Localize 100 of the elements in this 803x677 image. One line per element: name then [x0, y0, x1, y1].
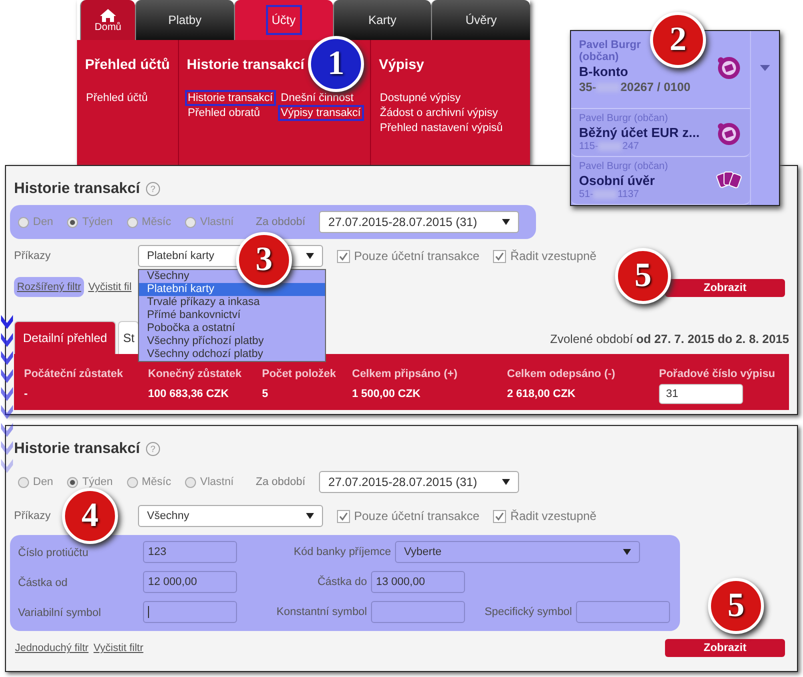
show-button[interactable]: Zobrazit — [665, 279, 785, 297]
field-label: Variabilní symbol — [18, 607, 101, 619]
input-field[interactable] — [143, 601, 237, 623]
section-title: Historie transakcí — [14, 440, 140, 457]
dropdown-icon — [623, 549, 631, 555]
field-label: Částka od — [18, 577, 68, 589]
account-number: 51- — [579, 189, 594, 200]
field-label: Částka do — [317, 576, 367, 588]
column-header: Konečný zůstatek — [148, 368, 243, 380]
bank-code-select[interactable]: Vyberte — [395, 541, 640, 563]
check-icon — [339, 252, 348, 260]
field-label: Konstantní symbol — [276, 606, 367, 618]
period-select[interactable]: 27.07.2015-28.07.2015 (31) — [319, 471, 520, 493]
account-item[interactable]: Pavel Burgr (občan) Běžný účet EUR z... 115- 247 — [571, 109, 750, 157]
account-owner: Pavel Burgr (občan) — [579, 113, 669, 124]
checkbox-option[interactable]: Řadit vzestupně — [493, 509, 596, 523]
summary-value: 2 618,00 CZK — [507, 388, 576, 400]
dropdown-option[interactable]: Trvalé příkazy a inkasa — [139, 296, 325, 309]
dropdown-option[interactable]: Všechny příchozí platby — [139, 335, 325, 348]
dropdown-option[interactable]: Pobočka a ostatní — [139, 322, 325, 335]
field-label: Specifický symbol — [484, 606, 572, 618]
summary-value: 100 683,36 CZK — [148, 388, 230, 400]
home-tab[interactable]: Domů — [80, 0, 135, 40]
dropdown-icon — [306, 513, 314, 519]
check-icon — [495, 252, 504, 260]
menu-heading: Výpisy — [378, 56, 424, 72]
account-number: 35- — [579, 80, 596, 94]
show-button[interactable]: Zobrazit — [665, 639, 785, 657]
dropdown-option[interactable]: Platební karty — [139, 283, 325, 296]
home-icon — [99, 8, 117, 22]
checkbox-option[interactable]: Řadit vzestupně — [493, 249, 596, 263]
filter-link[interactable]: Vyčistit filtr — [92, 639, 144, 657]
menu-link[interactable]: Dnešní činnost — [280, 92, 355, 104]
radio-option[interactable]: Měsíc — [126, 476, 172, 488]
filter-link[interactable]: Rozšířený filtr — [14, 277, 84, 297]
input-field[interactable] — [371, 601, 465, 623]
menu-heading: Historie transakcí — [186, 56, 304, 72]
menu-link[interactable]: Historie transakcí — [186, 92, 274, 104]
view-tab[interactable]: St — [118, 321, 140, 354]
column-header: Počáteční zůstatek — [24, 368, 124, 380]
statement-number-field[interactable]: 31 — [659, 384, 743, 404]
menu-link[interactable]: Žádost o archivní výpisy — [378, 107, 499, 119]
check-icon — [495, 512, 504, 520]
account-name: Běžný účet EUR z... — [579, 125, 700, 140]
menu-tab[interactable]: Účty — [234, 0, 332, 40]
menu-link[interactable]: Dostupné výpisy — [378, 92, 462, 104]
menu-link[interactable]: Výpisy transakcí — [280, 107, 362, 119]
menu-heading: Přehled účtů — [85, 56, 170, 72]
column-header: Pořadové číslo výpisu — [659, 368, 776, 380]
account-name: Osobní úvěr — [579, 173, 656, 188]
filter-link[interactable]: Vyčistit fil — [87, 278, 133, 296]
account-owner: Pavel Burgr (občan) — [579, 161, 668, 172]
field-label: Kód banky příjemce — [294, 546, 391, 558]
checkbox-option[interactable]: Pouze účetní transakce — [337, 509, 480, 523]
field-label: Číslo protiúčtu — [18, 547, 88, 559]
step-number-badge: 2 — [650, 12, 706, 68]
input-field[interactable]: 12 000,00 — [143, 571, 237, 593]
filter-link[interactable]: Jednoduchý filtr — [14, 639, 90, 657]
input-field[interactable]: 13 000,00 — [371, 571, 465, 593]
field-label: Za období — [256, 216, 306, 228]
radio-option[interactable]: Den — [18, 476, 54, 488]
account-item[interactable]: Pavel Burgr (občan) Osobní úvěr 51- 1137 — [571, 157, 750, 205]
column-header: Celkem připsáno (+) — [352, 368, 458, 380]
menu-tab[interactable]: Úvěry — [431, 0, 530, 40]
menu-tab[interactable]: Platby — [135, 0, 234, 40]
dropdown-icon — [306, 253, 314, 259]
account-name: B-konto — [579, 64, 630, 79]
menu-link[interactable]: Přehled nastavení výpisů — [378, 122, 504, 134]
dropdown-option[interactable]: Všechny odchozí platby — [139, 348, 325, 361]
period-select[interactable]: 27.07.2015-28.07.2015 (31) — [319, 211, 520, 233]
commands-select[interactable]: Všechny — [138, 505, 323, 527]
column-header: Celkem odepsáno (-) — [507, 368, 616, 380]
account-number: 115- — [579, 141, 598, 152]
section-title: Historie transakcí — [14, 180, 140, 197]
period-summary: Zvolené období od 27. 7. 2015 do 2. 8. 2015 — [550, 332, 789, 346]
check-icon — [339, 512, 348, 520]
dropdown-option[interactable]: Přímé bankovnictví — [139, 309, 325, 322]
menu-tab[interactable]: Karty — [332, 0, 432, 40]
caret-icon — [760, 65, 770, 71]
account-number: 20267 / 0100 — [620, 80, 690, 94]
radio-option[interactable]: Týden — [67, 476, 113, 488]
view-tab[interactable]: Detailní přehled — [14, 321, 116, 354]
radio-option[interactable]: Vlastní — [185, 476, 234, 488]
text-cursor — [148, 606, 149, 618]
menu-link[interactable]: Přehled účtů — [85, 92, 149, 104]
menu-link[interactable]: Přehled obratů — [186, 107, 261, 119]
summary-value: 1 500,00 CZK — [352, 388, 422, 400]
column-header: Počet položek — [262, 368, 337, 380]
account-owner: Pavel Burgr (občan) — [579, 39, 642, 63]
field-label: Příkazy — [14, 250, 51, 262]
dropdown-icon — [502, 219, 510, 225]
dropdown-icon — [502, 479, 510, 485]
input-field[interactable] — [576, 601, 670, 623]
checkbox-option[interactable]: Pouze účetní transakce — [337, 249, 480, 263]
account-number: 247 — [622, 141, 639, 152]
input-field[interactable]: 123 — [143, 541, 237, 563]
account-number: 1137 — [617, 189, 639, 200]
summary-value: 5 — [262, 388, 270, 400]
field-label: Za období — [256, 476, 306, 488]
summary-value: - — [24, 388, 29, 400]
